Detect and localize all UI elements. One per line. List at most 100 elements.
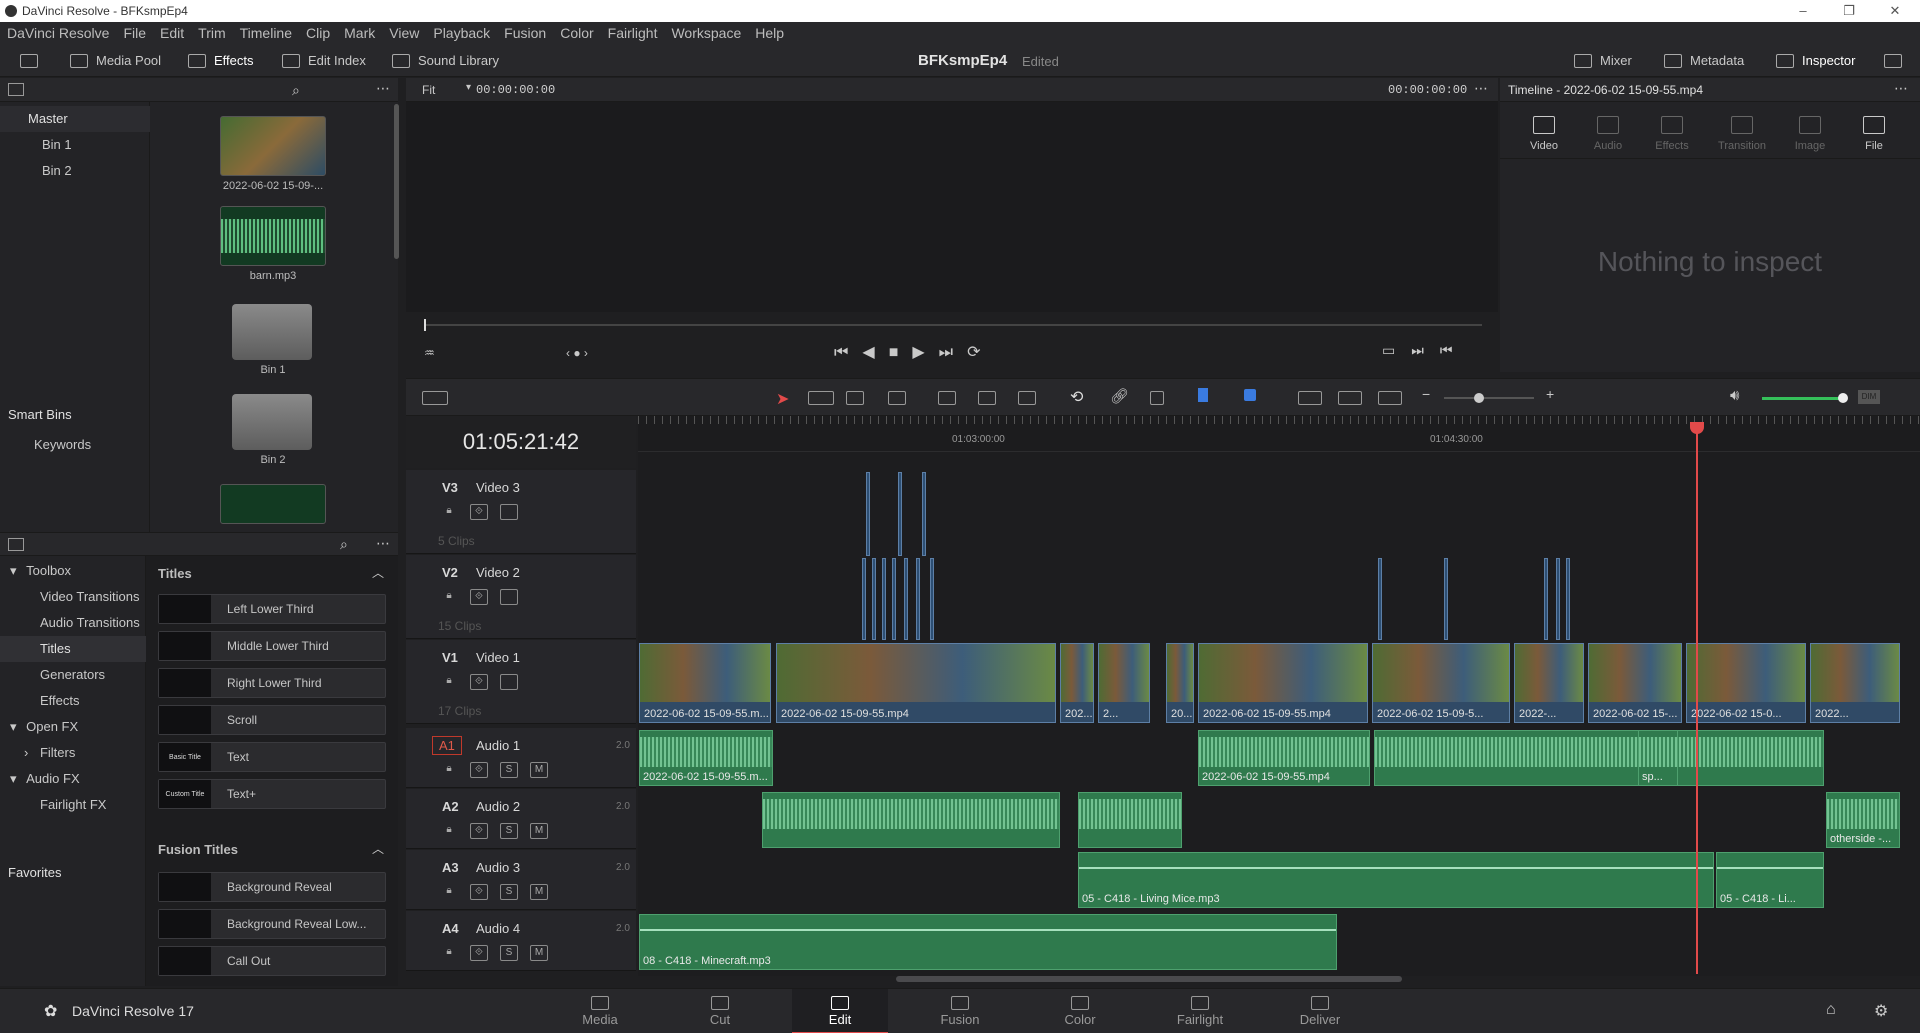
tree-effects[interactable]: Effects [0, 688, 146, 714]
fx-item-text-plus[interactable]: Custom Title Text+ [158, 779, 386, 809]
search-icon[interactable]: ⌕ [292, 82, 300, 99]
blade-tool-icon[interactable] [888, 391, 906, 405]
title-clip[interactable] [898, 472, 902, 556]
menu-mark[interactable]: Mark [337, 25, 382, 41]
title-clip[interactable] [872, 558, 876, 640]
folder-icon[interactable] [232, 304, 312, 360]
volume-icon[interactable]: 🔊︎ [1730, 387, 1739, 404]
zoom-full-icon[interactable] [1298, 391, 1322, 405]
link-icon[interactable]: 🔗︎ [1110, 387, 1129, 405]
track-visibility-icon[interactable] [500, 504, 518, 520]
fx-item-text[interactable]: Basic Title Text [158, 742, 386, 772]
auto-select-icon[interactable]: ⟐ [470, 823, 488, 839]
clip-thumbnail-audio[interactable] [220, 206, 326, 266]
replace-clip-icon[interactable] [1018, 391, 1036, 405]
title-clip[interactable] [922, 472, 926, 556]
page-tab-deliver[interactable]: Deliver [1272, 989, 1368, 1033]
title-clip[interactable] [862, 558, 866, 640]
audio-clip[interactable]: 05 - C418 - Living Mice.mp3 [1078, 852, 1714, 908]
selection-tool-icon[interactable]: ➤ [776, 389, 789, 409]
menu-view[interactable]: View [382, 25, 426, 41]
tree-toolbox[interactable]: ▾ Toolbox [0, 558, 146, 584]
chevron-down-icon[interactable]: ▾ [466, 82, 471, 93]
timeline-view-icon[interactable] [422, 391, 448, 405]
video-viewer[interactable] [406, 102, 1498, 312]
solo-button[interactable]: S [500, 823, 518, 839]
effects-button[interactable]: Effects [188, 44, 254, 77]
menu-davinci[interactable]: DaVinci Resolve [0, 25, 116, 41]
menu-playback[interactable]: Playback [426, 25, 497, 41]
menu-edit[interactable]: Edit [153, 25, 191, 41]
inspector-tab-transition[interactable]: Transition [1712, 116, 1772, 152]
mute-button[interactable]: M [530, 823, 548, 839]
solo-button[interactable]: S [500, 762, 518, 778]
video-clip[interactable]: 2022... [1810, 643, 1900, 723]
menu-trim[interactable]: Trim [191, 25, 232, 41]
tree-open-fx[interactable]: ▾ Open FX [0, 714, 146, 740]
fx-item-call-out[interactable]: Call Out [158, 946, 386, 976]
metadata-button[interactable]: Metadata [1664, 44, 1744, 77]
media-pool-scrollbar[interactable] [394, 104, 399, 259]
video-clip[interactable]: 2022-06-02 15-... [1588, 643, 1682, 723]
zoom-custom-icon[interactable] [1378, 391, 1402, 405]
lock-icon[interactable]: 🔒︎ [440, 823, 458, 839]
audio-clip[interactable]: 08 - C418 - Minecraft.mp3 [639, 914, 1337, 970]
inspector-tab-audio[interactable]: Audio [1578, 116, 1638, 152]
clip-thumbnail-audio[interactable] [220, 484, 326, 524]
tree-generators[interactable]: Generators [0, 662, 146, 688]
audio-clip[interactable] [762, 792, 1060, 848]
tree-audio-fx[interactable]: ▾ Audio FX [0, 766, 146, 792]
inspector-button[interactable]: Inspector [1776, 44, 1855, 77]
fx-item-left-lower-third[interactable]: Left Lower Third [158, 594, 386, 624]
lock-icon[interactable]: 🔒︎ [440, 884, 458, 900]
dynamic-trim-icon[interactable] [846, 391, 864, 405]
folder-icon[interactable] [232, 394, 312, 450]
zoom-slider[interactable] [1444, 397, 1534, 399]
audio-clip[interactable]: 2022-06-02 15-09-55.m... [639, 730, 773, 786]
more-options-icon[interactable]: ⋯ [376, 535, 390, 552]
bin-master[interactable]: Master [0, 106, 150, 132]
inspector-tab-effects[interactable]: Effects [1642, 116, 1702, 152]
page-tab-fusion[interactable]: Fusion [912, 989, 1008, 1033]
search-icon[interactable]: ⌕ [340, 536, 348, 553]
video-clip[interactable]: 2022-06-02 15-09-55.mp4 [1198, 643, 1368, 723]
title-clip[interactable] [1566, 558, 1570, 640]
audio-clip[interactable]: 2022-06-02 15-09-55.mp4 [1198, 730, 1370, 786]
video-clip[interactable]: 2... [1098, 643, 1150, 723]
lock-icon[interactable]: 🔒︎ [440, 589, 458, 605]
clip-thumbnail-video[interactable] [220, 116, 326, 176]
timeline-ruler[interactable]: 01:03:00:00 01:04:30:00 [638, 416, 1920, 452]
smart-bin-keywords[interactable]: Keywords [0, 432, 150, 458]
title-clip[interactable] [904, 558, 908, 640]
tree-video-transitions[interactable]: Video Transitions [0, 584, 146, 610]
more-options-icon[interactable]: ⋯ [1894, 80, 1908, 97]
title-clip[interactable] [1544, 558, 1548, 640]
dim-button[interactable]: DIM [1858, 390, 1880, 404]
fx-item-scroll[interactable]: Scroll [158, 705, 386, 735]
edit-index-button[interactable]: Edit Index [282, 44, 366, 77]
lock-icon[interactable]: 🔒︎ [440, 674, 458, 690]
audio-clip[interactable]: 05 - C418 - Li... [1716, 852, 1824, 908]
audio-clip[interactable]: sp... [1638, 730, 1678, 786]
tree-filters[interactable]: › Filters [0, 740, 146, 766]
page-tab-edit[interactable]: Edit [792, 989, 888, 1033]
menu-fairlight[interactable]: Fairlight [601, 25, 665, 41]
trim-tool-icon[interactable] [808, 391, 834, 405]
track-visibility-icon[interactable] [500, 674, 518, 690]
auto-select-icon[interactable]: ⟐ [470, 884, 488, 900]
page-tab-media[interactable]: Media [552, 989, 648, 1033]
timeline-playhead[interactable] [1696, 422, 1698, 974]
menu-clip[interactable]: Clip [299, 25, 337, 41]
menu-workspace[interactable]: Workspace [664, 25, 748, 41]
video-clip[interactable]: 202... [1060, 643, 1094, 723]
page-tab-fairlight[interactable]: Fairlight [1152, 989, 1248, 1033]
volume-slider-handle[interactable] [1838, 393, 1848, 403]
track-visibility-icon[interactable] [500, 589, 518, 605]
zoom-out-icon[interactable]: − [1422, 386, 1430, 402]
fx-item-middle-lower-third[interactable]: Middle Lower Third [158, 631, 386, 661]
lock-icon[interactable]: 🔒︎ [440, 762, 458, 778]
marker-icon[interactable] [1244, 389, 1256, 401]
lock-icon[interactable]: 🔒︎ [440, 945, 458, 961]
inspector-tab-video[interactable]: Video [1514, 116, 1574, 152]
lock-icon[interactable]: 🔒︎ [440, 504, 458, 520]
